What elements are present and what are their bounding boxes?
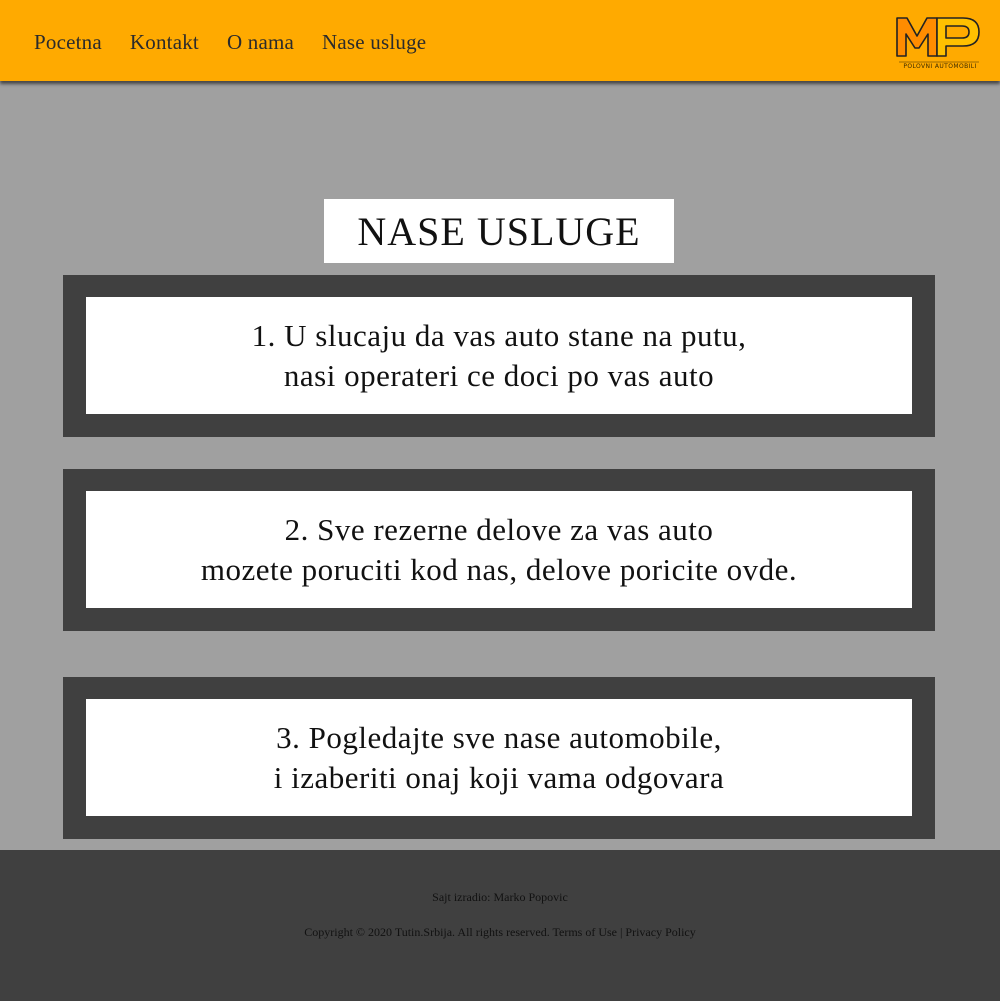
main-nav: Pocetna Kontakt O nama Nase usluge: [34, 30, 454, 55]
service-card-2-content: 2. Sve rezerne delove za vas auto mozete…: [86, 491, 912, 608]
service-card-1: 1. U slucaju da vas auto stane na putu, …: [63, 275, 935, 437]
privacy-policy-link[interactable]: Privacy Policy: [625, 925, 695, 939]
nav-link-o-nama[interactable]: O nama: [227, 30, 294, 55]
footer-copyright: Copyright © 2020 Tutin.Srbija. All right…: [304, 925, 550, 939]
service-1-line-1: 1. U slucaju da vas auto stane na putu,: [251, 317, 747, 353]
nav-link-nase-usluge[interactable]: Nase usluge: [322, 30, 426, 55]
terms-of-use-link[interactable]: Terms of Use: [553, 925, 617, 939]
page-title-box: NASE USLUGE: [324, 199, 674, 263]
service-card-3: 3. Pogledajte sve nase automobile, i iza…: [63, 677, 935, 839]
service-2-line-2: mozete poruciti kod nas, delove poricite…: [200, 551, 798, 587]
nav-link-kontakt[interactable]: Kontakt: [130, 30, 199, 55]
footer-separator: |: [620, 925, 623, 939]
footer-copyright-line: Copyright © 2020 Tutin.Srbija. All right…: [0, 925, 1000, 940]
footer-author: Sajt izradio: Marko Popovic: [432, 890, 568, 904]
nav-link-pocetna[interactable]: Pocetna: [34, 30, 102, 55]
service-2-line-1: 2. Sve rezerne delove za vas auto: [284, 511, 714, 547]
service-card-1-content: 1. U slucaju da vas auto stane na putu, …: [86, 297, 912, 414]
page: Pocetna Kontakt O nama Nase usluge POLOV…: [0, 0, 1000, 1001]
service-3-line-2: i izaberiti onaj koji vama odgovara: [273, 759, 725, 795]
page-title: NASE USLUGE: [357, 208, 641, 254]
service-card-2: 2. Sve rezerne delove za vas auto mozete…: [63, 469, 935, 631]
footer: Sajt izradio: Marko Popovic Copyright © …: [0, 850, 1000, 1001]
logo-subtitle: POLOVNI AUTOMOBILI: [903, 63, 977, 70]
service-3-line-1: 3. Pogledajte sve nase automobile,: [276, 719, 722, 755]
service-1-line-2: nasi operateri ce doci po vas auto: [283, 357, 715, 393]
logo-m-letter: [896, 17, 938, 57]
service-card-3-content: 3. Pogledajte sve nase automobile, i iza…: [86, 699, 912, 816]
logo-p-letter: [936, 17, 980, 57]
header: Pocetna Kontakt O nama Nase usluge POLOV…: [0, 0, 1000, 81]
